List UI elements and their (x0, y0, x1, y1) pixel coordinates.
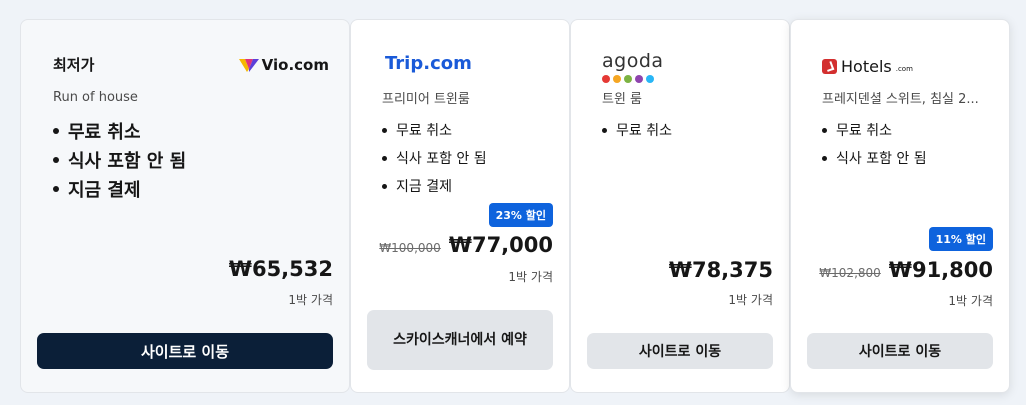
trip-logo: Trip.com (385, 53, 472, 74)
vio-mark-icon (238, 59, 259, 72)
list-item: 무료 취소 (602, 116, 672, 144)
price: ₩65,532 (228, 257, 333, 281)
list-item: 식사 포함 안 됨 (822, 144, 927, 172)
room-type: 트윈 룸 (602, 92, 643, 107)
bullet-icon (382, 155, 387, 161)
price-row: ₩100,000 ₩77,000 (379, 233, 553, 257)
room-type: 프리미어 트윈룸 (382, 92, 470, 107)
agoda-dot-icon (624, 75, 632, 83)
deal-card-agoda: agoda 트윈 룸 무료 취소 ₩78,375 1박 가격 사이트로 이동 (570, 19, 790, 393)
discount-badge: 23% 할인 (488, 203, 553, 227)
price-row: ₩78,375 (669, 258, 773, 282)
agoda-dot-icon (602, 75, 610, 83)
feature-list: 무료 취소 (602, 116, 672, 144)
vio-logo: Vio.com (238, 56, 329, 74)
price-row: ₩65,532 (229, 257, 333, 281)
bullet-icon (822, 127, 827, 133)
deal-card-trip: Trip.com 프리미어 트윈룸 무료 취소 식사 포함 안 됨 지금 결제 … (350, 19, 570, 393)
deal-card-hotels: Hotels .com 프레지덴셜 스위트, 침실 2... 무료 취소 식사 … (790, 19, 1010, 393)
deal-card-vio: 최저가 Vio.com Run of house 무료 취소 식사 포함 안 됨… (20, 19, 350, 393)
list-item: 식사 포함 안 됨 (53, 145, 186, 174)
go-to-site-button[interactable]: 사이트로 이동 (807, 333, 993, 369)
bullet-icon (53, 156, 59, 163)
list-item: 무료 취소 (822, 116, 927, 144)
cheapest-label: 최저가 (53, 56, 95, 74)
room-type: Run of house (53, 90, 138, 105)
bullet-icon (602, 127, 607, 133)
book-on-skyscanner-button[interactable]: 스카이스캐너에서 예약 (367, 310, 553, 370)
list-item: 무료 취소 (382, 116, 487, 144)
go-to-site-button[interactable]: 사이트로 이동 (587, 333, 773, 369)
list-item: 무료 취소 (53, 116, 186, 145)
agoda-dot-icon (613, 75, 621, 83)
feature-list: 무료 취소 식사 포함 안 됨 지금 결제 (53, 116, 186, 203)
feature-list: 무료 취소 식사 포함 안 됨 (822, 116, 927, 172)
per-night-label: 1박 가격 (948, 294, 993, 308)
bullet-icon (382, 183, 387, 189)
hotels-logo: Hotels .com (822, 57, 913, 76)
bullet-icon (53, 127, 59, 134)
list-item: 지금 결제 (382, 172, 487, 200)
feature-list: 무료 취소 식사 포함 안 됨 지금 결제 (382, 116, 487, 200)
go-to-site-button[interactable]: 사이트로 이동 (37, 333, 333, 369)
price: ₩78,375 (668, 258, 773, 282)
bullet-icon (53, 185, 59, 192)
per-night-label: 1박 가격 (508, 270, 553, 284)
room-type: 프레지덴셜 스위트, 침실 2... (822, 92, 979, 107)
discount-badge: 11% 할인 (928, 227, 993, 251)
agoda-dot-icon (646, 75, 654, 83)
per-night-label: 1박 가격 (288, 293, 333, 307)
agoda-logo: agoda (602, 50, 664, 83)
original-price: ₩100,000 (379, 241, 441, 255)
list-item: 지금 결제 (53, 174, 186, 203)
agoda-dot-icon (635, 75, 643, 83)
price: ₩77,000 (448, 233, 553, 257)
hotels-mark-icon (822, 59, 837, 74)
agoda-dots-icon (602, 75, 664, 83)
list-item: 식사 포함 안 됨 (382, 144, 487, 172)
price-row: ₩102,800 ₩91,800 (819, 258, 993, 282)
original-price: ₩102,800 (819, 266, 881, 280)
bullet-icon (822, 155, 827, 161)
per-night-label: 1박 가격 (728, 293, 773, 307)
price: ₩91,800 (888, 258, 993, 282)
bullet-icon (382, 127, 387, 133)
